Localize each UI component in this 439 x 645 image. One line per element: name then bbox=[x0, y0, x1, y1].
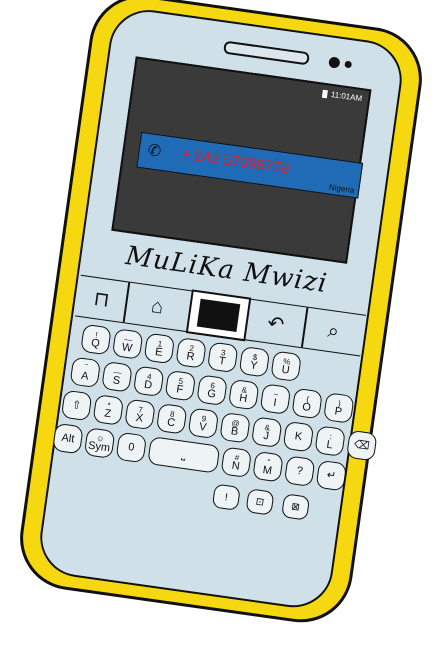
key-label: Alt bbox=[60, 431, 76, 445]
exclamation-icon: ! bbox=[224, 491, 229, 503]
key-n[interactable]: # N bbox=[220, 446, 253, 479]
key-label: I bbox=[272, 396, 278, 410]
key-label: X bbox=[134, 411, 144, 425]
contacts-icon: ⊡ bbox=[255, 495, 265, 508]
key-x[interactable]: 7X bbox=[124, 398, 156, 431]
phone-screen: 11:01AM ✆ + 243 57098778 Nigeria bbox=[111, 56, 372, 264]
caller-number: + 243 57098778 bbox=[180, 145, 291, 178]
key-b[interactable]: @ B bbox=[219, 411, 251, 444]
sym-key[interactable]: ☺ Sym bbox=[83, 427, 116, 459]
key-label: ↵ bbox=[325, 468, 337, 482]
key-label: S bbox=[111, 374, 121, 388]
key-s[interactable]: — S bbox=[101, 361, 133, 393]
key-label: N bbox=[230, 459, 241, 473]
key-label: Sym bbox=[87, 439, 111, 455]
call-end-icon[interactable]: ✆ bbox=[146, 142, 168, 163]
key-label: U bbox=[280, 363, 291, 377]
key-q[interactable]: ! Q bbox=[80, 323, 112, 356]
status-bar: 11:01AM bbox=[321, 89, 363, 104]
key-k[interactable]: K bbox=[282, 420, 315, 453]
messages-button[interactable]: ⊠ bbox=[281, 493, 311, 521]
key-label: P bbox=[333, 405, 343, 419]
alt-key[interactable]: Alt bbox=[52, 422, 84, 455]
status-time: 11:01AM bbox=[330, 89, 363, 104]
key-w[interactable]: — W bbox=[111, 328, 144, 360]
back-icon: ↶ bbox=[266, 311, 286, 336]
key-i[interactable]: ~ I bbox=[259, 383, 292, 415]
key-f[interactable]: 5F bbox=[164, 369, 197, 402]
key-label: ⌫ bbox=[353, 438, 371, 453]
key-label: R bbox=[185, 350, 196, 364]
key-label: V bbox=[198, 420, 208, 434]
key-z[interactable]: * Z bbox=[92, 394, 125, 426]
trackpad-sensor bbox=[196, 298, 241, 333]
key-c[interactable]: 8C bbox=[155, 403, 188, 435]
key-p[interactable]: ) P bbox=[322, 392, 355, 424]
back-button[interactable]: ↶ bbox=[245, 300, 306, 347]
key-o[interactable]: (O bbox=[291, 387, 323, 420]
key-label: J bbox=[262, 429, 270, 443]
key-d[interactable]: 4D bbox=[132, 365, 165, 398]
key-label: A bbox=[80, 369, 90, 383]
key-label: ⇧ bbox=[71, 398, 83, 412]
key-label: 0 bbox=[127, 440, 136, 454]
key-label: F bbox=[175, 383, 184, 397]
menu-button[interactable]: ⊓ bbox=[75, 276, 128, 322]
shift-key[interactable]: ⇧ bbox=[60, 389, 93, 422]
messages-icon: ⊠ bbox=[290, 500, 301, 513]
key-g[interactable]: 6G bbox=[196, 374, 228, 406]
key-label: M bbox=[262, 464, 273, 478]
key-m[interactable]: '' M bbox=[252, 450, 284, 483]
contacts-button[interactable]: ⊡ bbox=[245, 488, 275, 516]
key-label: H bbox=[238, 392, 248, 406]
key-label: C bbox=[166, 416, 176, 430]
enter-key[interactable]: ↵ bbox=[315, 459, 348, 492]
question-key[interactable]: ? bbox=[283, 455, 316, 487]
key-label: D bbox=[143, 378, 153, 392]
key-0[interactable]: 0 bbox=[115, 431, 148, 464]
key-label: L bbox=[325, 438, 334, 452]
key-label: T bbox=[217, 354, 227, 368]
punctuation-key[interactable]: ! bbox=[211, 483, 241, 511]
backspace-key[interactable]: ⌫ bbox=[345, 429, 378, 462]
key-r[interactable]: 2R bbox=[175, 337, 207, 369]
key-label: O bbox=[301, 400, 312, 415]
caller-country: Nigeria bbox=[328, 182, 355, 195]
key-h[interactable]: & H bbox=[227, 378, 260, 411]
key-label: Q bbox=[90, 336, 101, 351]
key-u[interactable]: % U bbox=[270, 350, 302, 383]
battery-icon bbox=[321, 89, 328, 98]
key-e[interactable]: 1E bbox=[143, 332, 176, 365]
key-t[interactable]: 3T bbox=[206, 341, 239, 374]
home-icon: ⌂ bbox=[149, 294, 165, 318]
phone: 11:01AM ✆ + 243 57098778 Nigeria MuLiKa … bbox=[0, 0, 439, 645]
key-label: K bbox=[294, 429, 303, 443]
key-label: Z bbox=[103, 407, 112, 421]
key-label: ? bbox=[295, 464, 304, 478]
key-v[interactable]: 9V bbox=[187, 407, 220, 440]
trackpad[interactable] bbox=[185, 289, 252, 342]
incoming-call-bar[interactable]: ✆ + 243 57098778 Nigeria bbox=[136, 131, 364, 199]
key-label: ⎵ bbox=[180, 448, 187, 461]
search-button[interactable]: ⌕ bbox=[303, 308, 364, 355]
key-label: W bbox=[121, 341, 134, 355]
key-label: E bbox=[154, 345, 164, 359]
phone-illustration: 11:01AM ✆ + 243 57098778 Nigeria MuLiKa … bbox=[0, 0, 439, 630]
home-button[interactable]: ⌂ bbox=[125, 283, 190, 331]
key-a[interactable]: ‾ A bbox=[69, 356, 102, 389]
key-l[interactable]: :L bbox=[314, 425, 346, 457]
key-label: Y bbox=[249, 359, 259, 373]
key-j[interactable]: & J bbox=[250, 416, 283, 449]
key-label: B bbox=[230, 425, 239, 439]
key-y[interactable]: $ Y bbox=[238, 345, 271, 378]
search-icon: ⌕ bbox=[326, 319, 341, 343]
menu-icon: ⊓ bbox=[92, 287, 111, 312]
key-label: G bbox=[206, 387, 217, 401]
